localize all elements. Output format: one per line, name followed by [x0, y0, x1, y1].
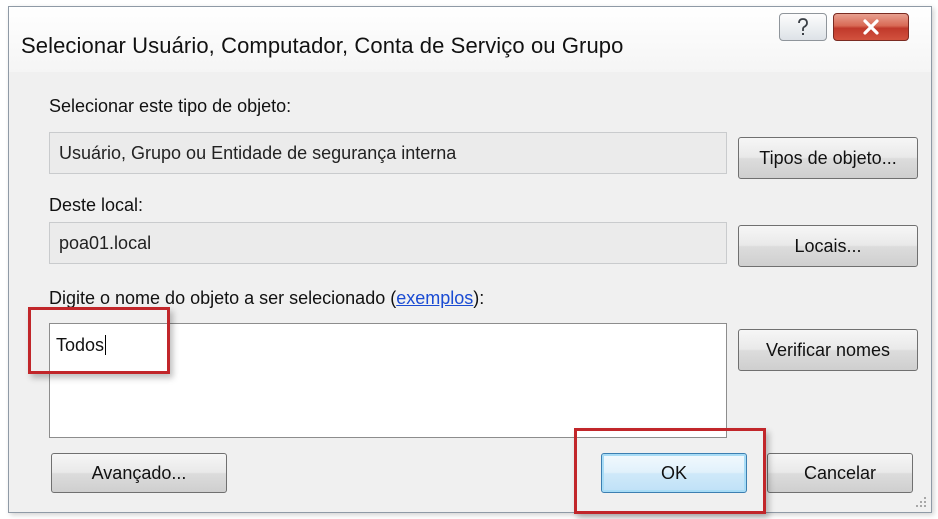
location-value: poa01.local [59, 233, 152, 253]
page: Selecionar Usuário, Computador, Conta de… [0, 0, 938, 519]
object-type-field: Usuário, Grupo ou Entidade de segurança … [49, 132, 727, 174]
resize-grip-icon[interactable] [913, 494, 927, 508]
advanced-button-label: Avançado... [91, 462, 187, 483]
object-types-button-label: Tipos de objeto... [759, 147, 897, 168]
object-type-label: Selecionar este tipo de objeto: [49, 96, 292, 116]
locations-button[interactable]: Locais... [738, 225, 918, 267]
close-button[interactable] [833, 13, 909, 41]
window-title: Selecionar Usuário, Computador, Conta de… [21, 33, 624, 58]
location-field: poa01.local [49, 222, 727, 264]
object-name-label-prefix: Digite o nome do objeto a ser selecionad… [49, 288, 397, 308]
locations-button-label: Locais... [794, 235, 862, 256]
examples-link[interactable]: exemplos [396, 288, 473, 308]
ok-button[interactable]: OK [601, 453, 747, 493]
advanced-button[interactable]: Avançado... [51, 453, 227, 493]
object-name-input[interactable]: Todos [49, 323, 727, 438]
object-name-label-suffix: ): [473, 288, 485, 308]
check-names-button-label: Verificar nomes [765, 339, 891, 360]
object-types-button[interactable]: Tipos de objeto... [738, 137, 918, 179]
cancel-button[interactable]: Cancelar [767, 453, 913, 493]
text-caret [105, 335, 107, 355]
title-bar: Selecionar Usuário, Computador, Conta de… [9, 7, 931, 72]
ok-button-label: OK [660, 462, 687, 483]
close-icon [863, 19, 879, 35]
object-name-label: Digite o nome do objeto a ser selecionad… [49, 288, 484, 309]
help-button[interactable] [779, 13, 827, 41]
object-name-value: Todos [56, 335, 105, 355]
location-label: Deste local: [49, 195, 144, 215]
help-icon [798, 18, 808, 35]
check-names-button[interactable]: Verificar nomes [738, 329, 918, 371]
object-type-value: Usuário, Grupo ou Entidade de segurança … [59, 143, 457, 163]
select-user-dialog: Selecionar Usuário, Computador, Conta de… [8, 6, 932, 513]
cancel-button-label: Cancelar [803, 462, 877, 483]
